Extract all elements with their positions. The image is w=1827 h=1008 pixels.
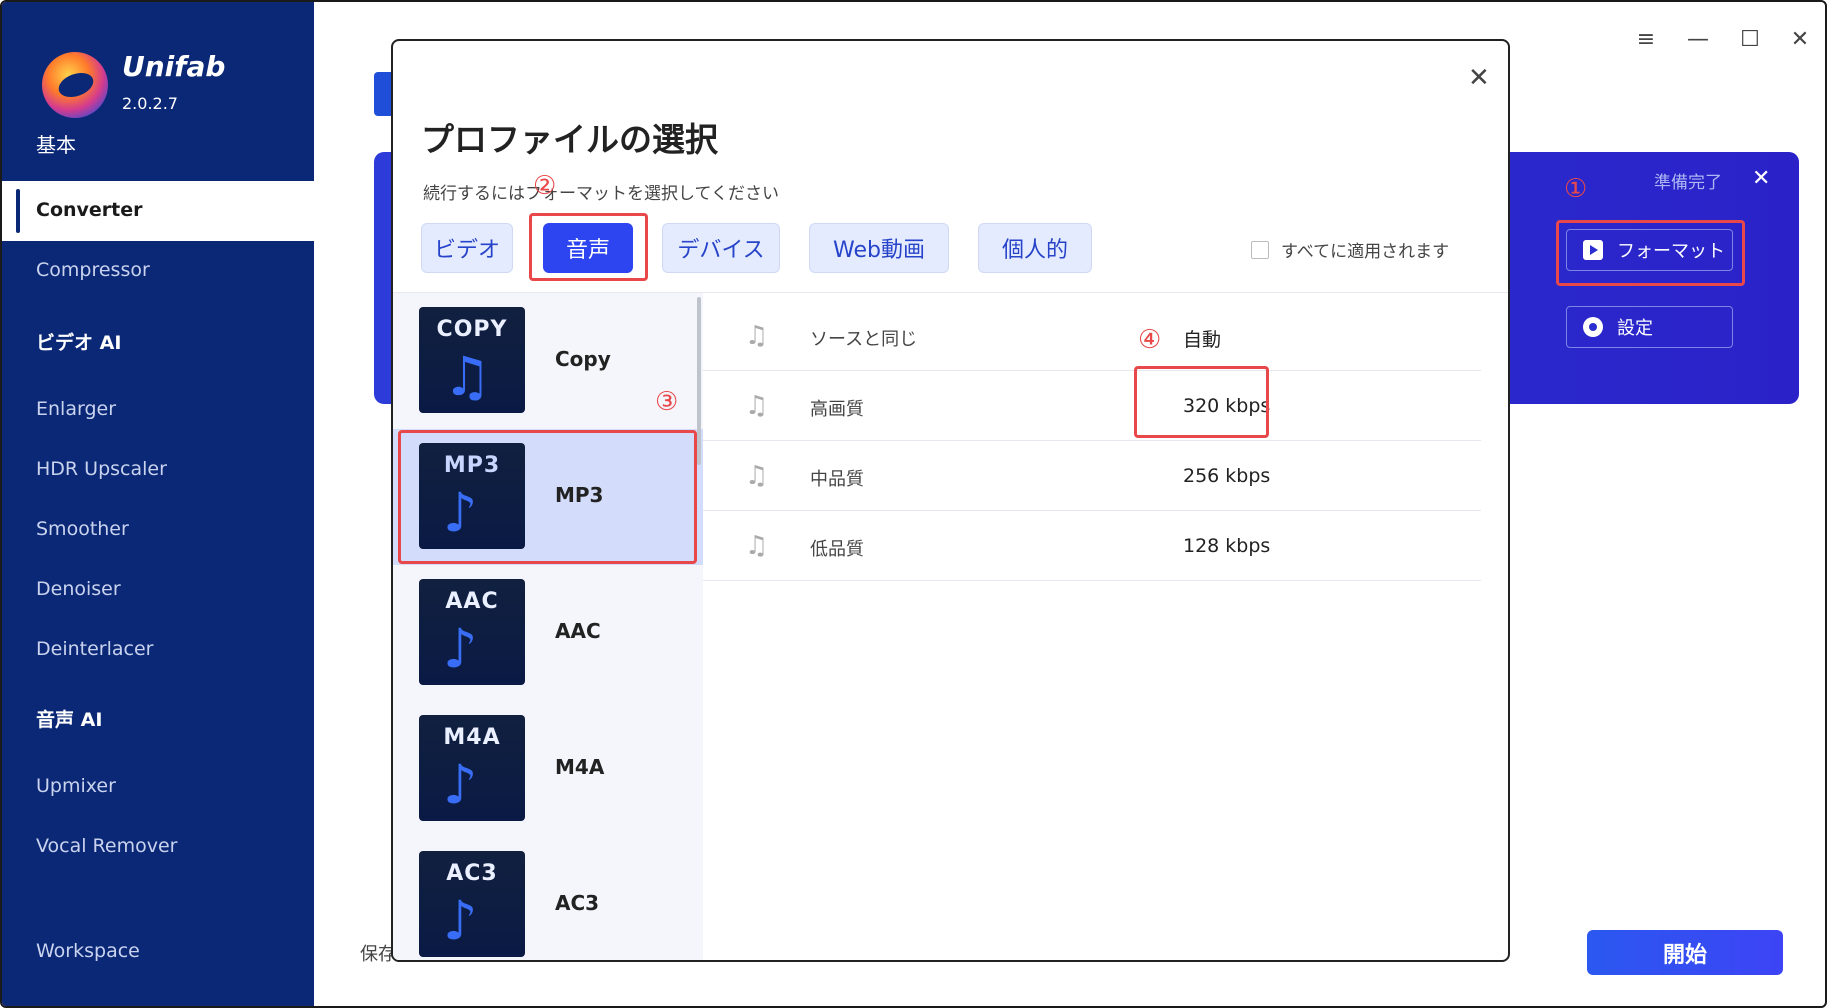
format-name: AC3 [555, 891, 600, 915]
quality-value: 256 kbps [1183, 465, 1271, 487]
format-tag: AAC [445, 589, 499, 614]
music-note-icon: ♫ [745, 531, 769, 561]
format-name: M4A [555, 755, 605, 779]
gear-icon [1583, 317, 1603, 337]
sidebar-item-hdr-upscaler[interactable]: HDR Upscaler [36, 458, 167, 480]
format-tag: AC3 [446, 861, 498, 886]
tab-device[interactable]: デバイス [662, 223, 780, 273]
apply-all-option[interactable]: すべてに適用されます [1251, 237, 1449, 262]
music-note-icon: ♫ [443, 345, 492, 408]
task-close-icon[interactable]: ✕ [1752, 166, 1770, 191]
settings-button[interactable]: 設定 [1566, 306, 1733, 348]
quality-row-low[interactable]: ♫ 低品質 128 kbps [703, 511, 1481, 581]
quality-name: ソースと同じ [810, 329, 918, 350]
tab-video[interactable]: ビデオ [421, 223, 513, 273]
sidebar-item-converter[interactable]: Converter [2, 181, 314, 241]
app-logo-icon [42, 52, 108, 118]
annotation-number-2: ② [533, 171, 557, 201]
format-name: AAC [555, 619, 601, 643]
music-note-icon: ♪ [443, 617, 478, 680]
aac-format-icon: AAC ♪ [419, 579, 525, 685]
sidebar: Unifab 2.0.2.7 基本 Converter Compressor ビ… [2, 2, 314, 1006]
annotation-box-4 [1134, 366, 1269, 438]
annotation-box-2 [529, 213, 648, 281]
app-version: 2.0.2.7 [122, 94, 178, 113]
task-status: 準備完了 [1654, 173, 1722, 193]
profile-select-dialog: ✕ プロファイルの選択 続行するにはフォーマットを選択してください ビデオ 音声… [391, 39, 1510, 962]
sidebar-section-video-ai: ビデオ AI [36, 332, 122, 354]
annotation-number-4: ④ [1138, 325, 1162, 355]
format-tag: M4A [443, 725, 501, 750]
m4a-format-icon: M4A ♪ [419, 715, 525, 821]
start-button[interactable]: 開始 [1587, 930, 1783, 975]
copy-format-icon: COPY ♫ [419, 307, 525, 413]
quality-name: 高画質 [810, 399, 864, 420]
music-note-icon: ♫ [745, 321, 769, 351]
music-note-icon: ♪ [443, 753, 478, 816]
sidebar-section-audio-ai: 音声 AI [36, 709, 103, 731]
dialog-title: プロファイルの選択 [421, 120, 718, 159]
quality-value: 自動 [1183, 329, 1222, 351]
music-note-icon: ♫ [745, 391, 769, 421]
sidebar-item-upmixer[interactable]: Upmixer [36, 775, 116, 797]
annotation-box-1 [1556, 220, 1745, 286]
app-name: Unifab [122, 50, 226, 83]
sidebar-item-denoiser[interactable]: Denoiser [36, 578, 121, 600]
quality-row-source[interactable]: ♫ ソースと同じ 自動 [703, 301, 1481, 371]
close-window-icon[interactable]: ✕ [1786, 26, 1814, 54]
annotation-number-3: ③ [655, 387, 679, 417]
quality-value: 128 kbps [1183, 535, 1271, 557]
tab-personal[interactable]: 個人的 [978, 223, 1092, 273]
apply-all-checkbox[interactable] [1251, 240, 1269, 259]
minimize-icon[interactable]: — [1684, 26, 1712, 54]
format-list-scrollbar[interactable] [697, 297, 701, 465]
quality-name: 中品質 [810, 469, 864, 490]
quality-row-medium[interactable]: ♫ 中品質 256 kbps [703, 441, 1481, 511]
dialog-close-icon[interactable]: ✕ [1468, 63, 1490, 93]
tab-web-video[interactable]: Web動画 [809, 223, 949, 273]
annotation-number-1: ① [1564, 174, 1588, 204]
format-item-m4a[interactable]: M4A ♪ M4A [393, 701, 703, 837]
quality-name: 低品質 [810, 539, 864, 560]
settings-button-label: 設定 [1617, 318, 1653, 339]
active-indicator [16, 189, 20, 233]
format-name: Copy [555, 347, 611, 371]
menu-icon[interactable]: ≡ [1632, 26, 1660, 54]
music-note-icon: ♪ [443, 889, 478, 952]
dialog-subtitle: 続行するにはフォーマットを選択してください [423, 184, 779, 204]
annotation-box-3 [398, 430, 697, 564]
quality-row-high[interactable]: ♫ 高画質 320 kbps [703, 371, 1481, 441]
music-note-icon: ♫ [745, 461, 769, 491]
sidebar-item-vocal-remover[interactable]: Vocal Remover [36, 835, 177, 857]
sidebar-item-workspace[interactable]: Workspace [36, 940, 140, 962]
sidebar-item-compressor[interactable]: Compressor [36, 259, 150, 281]
sidebar-item-deinterlacer[interactable]: Deinterlacer [36, 638, 153, 660]
ac3-format-icon: AC3 ♪ [419, 851, 525, 957]
sidebar-item-smoother[interactable]: Smoother [36, 518, 129, 540]
sidebar-item-enlarger[interactable]: Enlarger [36, 398, 116, 420]
apply-all-label: すべてに適用されます [1281, 242, 1450, 262]
format-item-ac3[interactable]: AC3 ♪ AC3 [393, 837, 703, 960]
sidebar-section-basic: 基本 [36, 133, 76, 157]
format-tag: COPY [436, 317, 508, 342]
maximize-icon[interactable]: ☐ [1736, 26, 1764, 54]
app-window: Unifab 2.0.2.7 基本 Converter Compressor ビ… [0, 0, 1827, 1008]
sidebar-item-label: Converter [36, 199, 143, 221]
format-item-aac[interactable]: AAC ♪ AAC [393, 565, 703, 701]
